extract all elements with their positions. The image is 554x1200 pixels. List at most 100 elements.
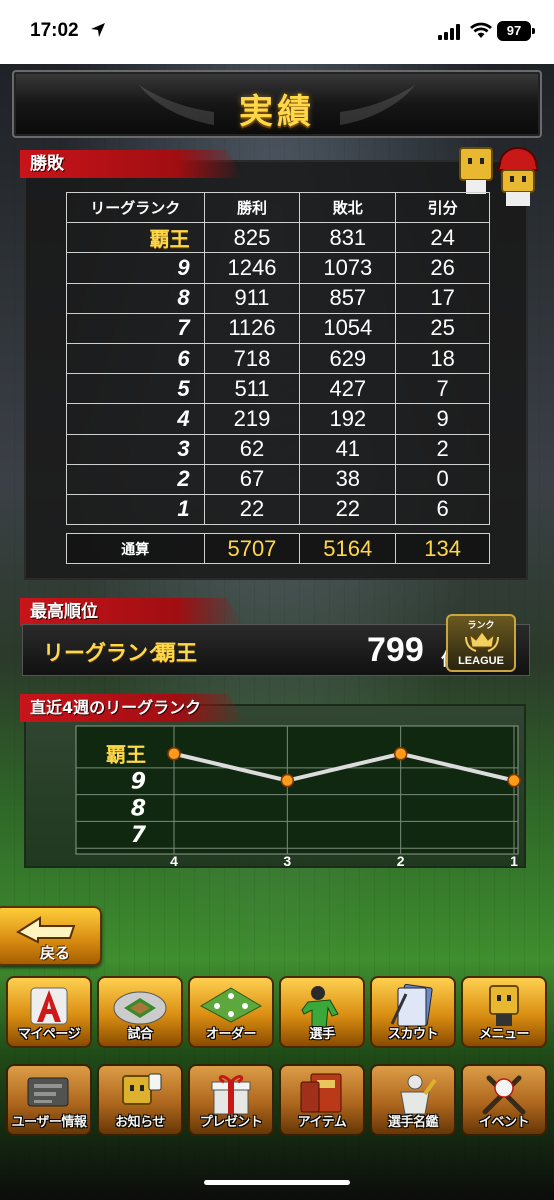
nav-menu-button[interactable]: メニュー [461, 976, 547, 1048]
header-draws: 引分 [395, 191, 490, 224]
nav-player-button[interactable]: 選手 [279, 976, 365, 1048]
x-tick-label: 2 [397, 853, 405, 869]
draws-cell: 0 [395, 463, 490, 495]
status-bar: 17:02 97 [0, 0, 554, 64]
table-row: 覇王 825 831 24 [66, 222, 490, 254]
status-time: 17:02 [30, 20, 79, 41]
location-arrow-icon [91, 23, 105, 37]
nav-match-button[interactable]: 試合 [97, 976, 183, 1048]
y-tick-label: 覇王 [106, 743, 146, 767]
data-point [167, 746, 181, 761]
table-row: 7 1126 1054 25 [66, 312, 490, 344]
data-point [507, 773, 521, 788]
notice-mascot-icon [122, 1073, 162, 1105]
nav-label: イベント [478, 1115, 530, 1130]
table-row: 3 62 41 2 [66, 433, 490, 465]
league-rank-badge: ランク LEAGUE [446, 614, 516, 672]
event-bats-icon [482, 1075, 526, 1115]
rank-cell: 9 [66, 252, 205, 284]
wins-cell: 22 [203, 493, 301, 526]
rank-cell: 7 [66, 312, 205, 344]
total-wins: 5707 [203, 533, 301, 564]
nav-label: 試合 [127, 1027, 153, 1042]
rank-cell: 2 [66, 463, 205, 495]
nav-mypage-button[interactable]: マイページ [6, 976, 92, 1048]
badge-bottom-text: LEAGUE [458, 655, 504, 667]
nav-label: ユーザー情報 [11, 1115, 87, 1130]
nav-order-button[interactable]: オーダー [188, 976, 274, 1048]
losses-cell: 629 [299, 342, 397, 375]
rank-cell: 3 [66, 433, 205, 465]
total-draws: 134 [395, 533, 490, 564]
draws-cell: 9 [395, 403, 490, 435]
rank-cell: 8 [66, 282, 205, 314]
back-button[interactable]: 戻る [0, 906, 102, 966]
page-title: 実績 [239, 92, 315, 132]
nav-item-button[interactable]: アイテム [279, 1064, 365, 1136]
home-indicator [204, 1180, 350, 1185]
table-row: 9 1246 1073 26 [66, 252, 490, 284]
nav-player-book-button[interactable]: 選手名鑑 [370, 1064, 456, 1136]
table-row: 6 718 629 18 [66, 342, 490, 375]
nav-label: オーダー [205, 1027, 257, 1042]
nav-notice-button[interactable]: お知らせ [97, 1064, 183, 1136]
x-tick-label: 3 [283, 853, 291, 869]
rank-cell: 1 [66, 493, 205, 526]
x-tick-label: 4 [170, 853, 178, 869]
losses-cell: 1054 [299, 312, 397, 344]
y-tick-label: 8 [131, 796, 146, 821]
losses-cell: 1073 [299, 252, 397, 284]
total-table: 通算 5707 5164 134 [66, 533, 490, 564]
x-tick-label: 1 [510, 853, 518, 869]
table-row: 2 67 38 0 [66, 463, 490, 495]
wins-cell: 825 [203, 222, 301, 254]
header-rank: リーグランク [66, 191, 205, 224]
losses-cell: 427 [299, 373, 397, 405]
nav-label: メニュー [478, 1027, 530, 1042]
y-tick-label: 9 [131, 770, 146, 795]
nav-label: プレゼント [199, 1115, 263, 1130]
wins-cell: 911 [203, 282, 301, 314]
wifi-icon [470, 22, 492, 38]
table-row: 1 22 22 6 [66, 493, 490, 526]
total-losses: 5164 [299, 533, 397, 564]
total-row: 通算 5707 5164 134 [66, 533, 490, 564]
best-rank-label: リーグランク [43, 641, 169, 665]
rank-cell: 覇王 [66, 222, 205, 254]
rank-cell: 4 [66, 403, 205, 435]
nav-label: スカウト [387, 1027, 439, 1042]
wins-cell: 511 [203, 373, 301, 405]
losses-cell: 22 [299, 493, 397, 526]
draws-cell: 6 [395, 493, 490, 526]
header-wins: 勝利 [203, 191, 301, 224]
wins-cell: 67 [203, 463, 301, 495]
user-info-icon [27, 1077, 69, 1107]
nav-event-button[interactable]: イベント [461, 1064, 547, 1136]
rank-cell: 6 [66, 342, 205, 375]
table-row: 8 911 857 17 [66, 282, 490, 314]
draws-cell: 24 [395, 222, 490, 254]
section-label-record: 勝敗 [20, 150, 244, 178]
draws-cell: 2 [395, 433, 490, 465]
data-point [393, 746, 408, 761]
sub-nav-bar: ユーザー情報 お知らせ プレゼント アイテム 選手名鑑 イベント [0, 1064, 554, 1144]
wins-cell: 219 [203, 403, 301, 435]
menu-mascot-icon [489, 985, 519, 1026]
battery-indicator: 97 [497, 21, 535, 41]
nav-label: お知らせ [115, 1115, 165, 1130]
total-label: 通算 [66, 533, 205, 564]
scout-card-icon [390, 984, 433, 1027]
back-arrow-icon [16, 916, 76, 944]
header-losses: 敗北 [299, 191, 397, 224]
nav-scout-button[interactable]: スカウト [370, 976, 456, 1048]
nav-present-button[interactable]: プレゼント [188, 1064, 274, 1136]
cellular-signal-icon [438, 24, 460, 40]
nav-label: 選手名鑑 [387, 1115, 439, 1130]
gift-icon [211, 1075, 251, 1115]
player-book-icon [400, 1074, 437, 1115]
best-rank-value: 覇王 [155, 641, 197, 665]
nav-user-info-button[interactable]: ユーザー情報 [6, 1064, 92, 1136]
wins-cell: 62 [203, 433, 301, 465]
field-order-icon [199, 987, 263, 1023]
back-button-label: 戻る [40, 944, 71, 962]
